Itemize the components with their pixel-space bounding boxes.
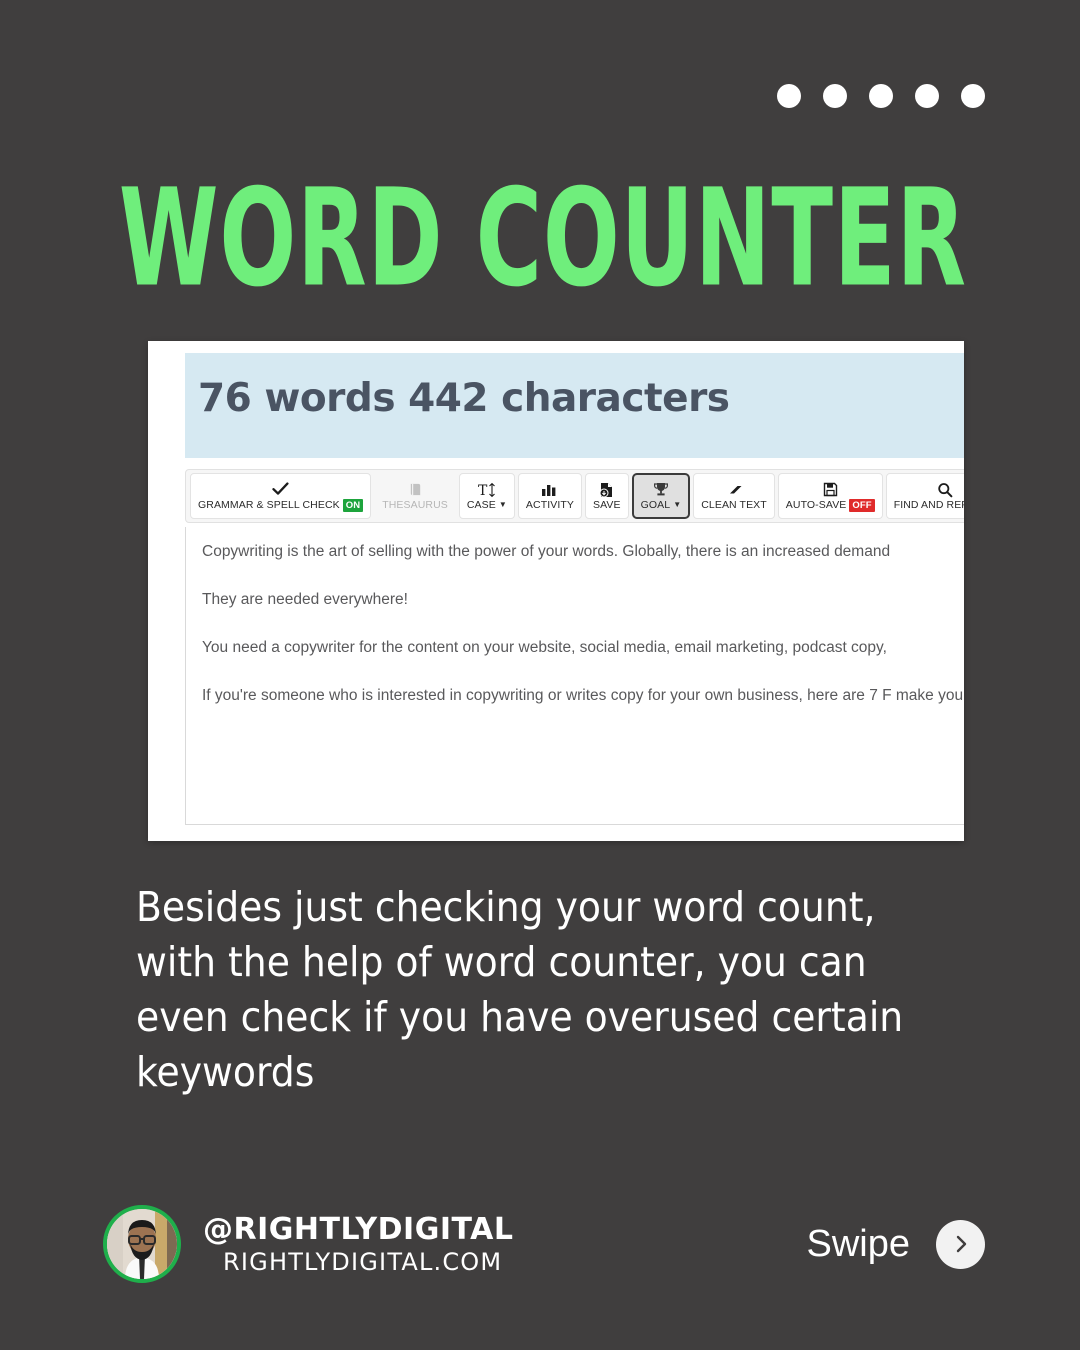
book-icon <box>408 481 423 498</box>
pagination-dot[interactable] <box>777 84 801 108</box>
svg-text:T: T <box>478 483 488 498</box>
toolbar-label-text: AUTO-SAVE <box>785 499 847 511</box>
toolbar-label-text: CASE <box>466 499 496 511</box>
pagination-dot[interactable] <box>915 84 939 108</box>
toolbar-button-find-and-replace[interactable]: FIND AND REPLACE <box>885 473 964 519</box>
profile-website[interactable]: RIGHTLYDIGITAL.COM <box>223 1247 513 1277</box>
toolbar-label: ACTIVITY <box>526 499 574 511</box>
profile-handle[interactable]: @RIGHTLYDIGITAL <box>203 1212 513 1247</box>
toolbar-button-thesaurus[interactable]: THESAURUS <box>374 473 456 519</box>
caption-text: Besides just checking your word count, w… <box>136 883 904 1096</box>
toolbar-label: CLEAN TEXT <box>701 499 767 511</box>
text-case-icon: T <box>477 481 497 498</box>
toolbar-label-text: GOAL <box>640 499 671 511</box>
toolbar-label-text: CLEAN TEXT <box>701 499 767 511</box>
toolbar-label: GRAMMAR & SPELL CHECK ON <box>198 498 364 512</box>
trophy-icon <box>653 481 669 498</box>
toolbar-label: SAVE <box>593 499 621 511</box>
check-icon <box>272 481 289 498</box>
toolbar-label: GOAL ▼ <box>641 499 682 511</box>
pagination-dot[interactable] <box>961 84 985 108</box>
swipe-label: Swipe <box>806 1223 911 1265</box>
editor-paragraph: If you're someone who is interested in c… <box>202 687 964 704</box>
status-badge-off: OFF <box>849 498 875 512</box>
word-count-banner: 76 words 442 characters <box>185 353 964 458</box>
pagination-dots <box>777 84 985 108</box>
page-title: WORD COUNTER <box>118 160 967 317</box>
editor-paragraph: They are needed everywhere! <box>202 591 408 608</box>
toolbar-button-case[interactable]: T CASE ▼ <box>458 473 515 519</box>
chevron-down-icon: ▼ <box>673 500 682 509</box>
chevron-right-icon <box>956 1235 966 1253</box>
swipe-next-button[interactable] <box>936 1219 985 1269</box>
bar-chart-icon <box>541 481 558 498</box>
floppy-disk-icon <box>823 481 838 498</box>
toolbar-button-goal[interactable]: GOAL ▼ <box>631 473 691 519</box>
toolbar-label-text: ACTIVITY <box>525 499 574 511</box>
editor-toolbar: GRAMMAR & SPELL CHECK ON THESAURUS T CAS <box>185 469 964 523</box>
toolbar-button-clean-text[interactable]: CLEAN TEXT <box>693 473 775 519</box>
toolbar-label: FIND AND REPLACE <box>894 499 964 511</box>
editor-paragraph: You need a copywriter for the content on… <box>202 639 887 656</box>
screenshot-card: 76 words 442 characters GRAMMAR & SPELL … <box>148 341 964 841</box>
footer: @RIGHTLYDIGITAL RIGHTLYDIGITAL.COM Swipe <box>0 1196 1080 1292</box>
magnifier-icon <box>937 481 953 498</box>
text-editor-area[interactable]: Copywriting is the art of selling with t… <box>185 527 964 825</box>
pagination-dot[interactable] <box>823 84 847 108</box>
toolbar-label-text: THESAURUS <box>382 499 448 511</box>
toolbar-button-activity[interactable]: ACTIVITY <box>517 473 582 519</box>
toolbar-label: AUTO-SAVE OFF <box>785 498 875 512</box>
toolbar-button-save[interactable]: SAVE <box>584 473 629 519</box>
chevron-down-icon: ▼ <box>498 500 507 509</box>
toolbar-button-grammar-spell-check[interactable]: GRAMMAR & SPELL CHECK ON <box>190 473 372 519</box>
pagination-dot[interactable] <box>869 84 893 108</box>
status-badge-on: ON <box>342 498 364 512</box>
toolbar-button-auto-save[interactable]: AUTO-SAVE OFF <box>777 473 883 519</box>
avatar <box>103 1205 181 1283</box>
swipe-cta[interactable]: Swipe <box>806 1219 985 1269</box>
toolbar-label-text: SAVE <box>592 499 621 511</box>
profile-photo-icon <box>107 1209 177 1279</box>
toolbar-label-text: GRAMMAR & SPELL CHECK <box>198 499 340 511</box>
word-count-text: 76 words 442 characters <box>198 376 730 421</box>
toolbar-label: THESAURUS <box>382 499 448 511</box>
profile-info: @RIGHTLYDIGITAL RIGHTLYDIGITAL.COM <box>203 1212 513 1277</box>
eraser-icon <box>725 481 743 498</box>
save-file-icon <box>599 481 614 498</box>
toolbar-label-text: FIND AND REPLACE <box>893 499 964 511</box>
toolbar-label: CASE ▼ <box>467 499 507 511</box>
editor-paragraph: Copywriting is the art of selling with t… <box>202 543 891 560</box>
